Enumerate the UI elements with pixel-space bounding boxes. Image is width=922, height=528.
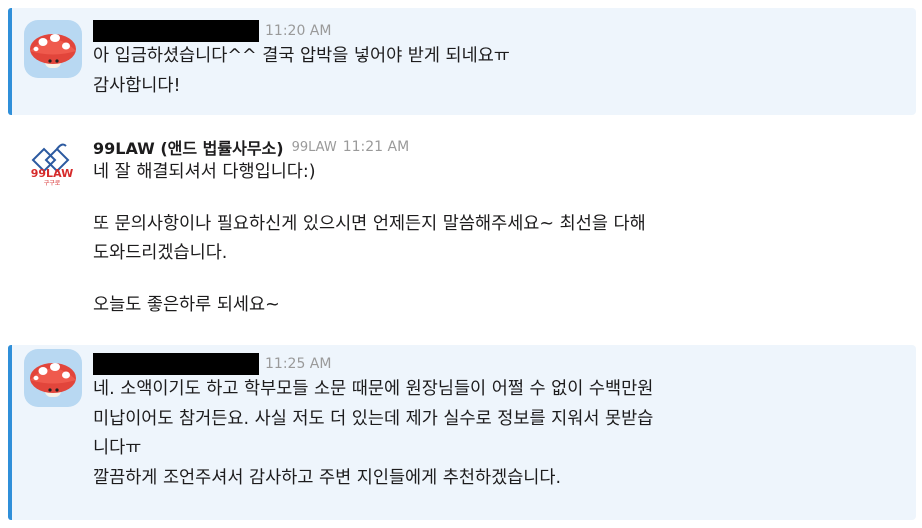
message-text-line: 오늘도 좋은하루 되세요~: [93, 294, 280, 315]
message-text-line: 감사합니다!: [93, 75, 181, 96]
redacted-sender-name: [93, 353, 259, 375]
logo-sub-text: 구구로: [43, 180, 61, 187]
logo-brand-text: 99LAW: [30, 167, 74, 180]
message-3: 11:25 AM 네. 소액이기도 하고 학부모들 소문 때문에 원장님들이 어…: [0, 345, 922, 520]
mushroom-avatar-icon[interactable]: [24, 349, 82, 407]
message-text-line: 아 입금하셨습니다^^ 결국 압박을 넣어야 받게 되네요ㅠ: [93, 46, 510, 66]
logo-wordmark: 99LAW 구구로: [28, 168, 76, 188]
timestamp[interactable]: 11:25 AM: [265, 356, 331, 372]
message-text-line: 네 잘 해결되셔서 다행입니다:): [93, 162, 316, 182]
message-text-line: 네. 소액이기도 하고 학부모들 소문 때문에 원장님들이 어쩔 수 없이 수백…: [93, 379, 654, 399]
message-header: 11:20 AM: [93, 20, 902, 42]
message-1: 11:20 AM 아 입금하셨습니다^^ 결국 압박을 넣어야 받게 되네요ㅠ …: [0, 8, 922, 115]
message-text-line: 니다ㅠ: [93, 438, 142, 458]
message-header: 99LAW (앤드 법률사무소) 99LAW 11:21 AM: [93, 136, 902, 158]
timestamp[interactable]: 11:21 AM: [343, 139, 409, 155]
timestamp[interactable]: 11:20 AM: [265, 23, 331, 39]
message-text-line: 미납이어도 참거든요. 사실 저도 더 있는데 제가 실수로 정보를 지워서 못…: [93, 408, 654, 429]
message-header: 11:25 AM: [93, 353, 902, 375]
message-text-line: 또 문의사항이나 필요하신게 있으시면 언제든지 말씀해주세요~ 최선을 다해: [93, 213, 646, 234]
message-text-line: 도와드리겠습니다.: [93, 243, 228, 263]
mushroom-avatar-icon[interactable]: [24, 20, 82, 78]
message-2: 99LAW 구구로 99LAW (앤드 법률사무소) 99LAW 11:21 A…: [0, 128, 922, 338]
app-label: 99LAW: [291, 139, 337, 155]
redacted-sender-name: [93, 20, 259, 42]
sender-name[interactable]: 99LAW (앤드 법률사무소): [93, 135, 284, 159]
message-text-line: 깔끔하게 조언주셔서 감사하고 주변 지인들에게 추천하겠습니다.: [93, 467, 562, 488]
